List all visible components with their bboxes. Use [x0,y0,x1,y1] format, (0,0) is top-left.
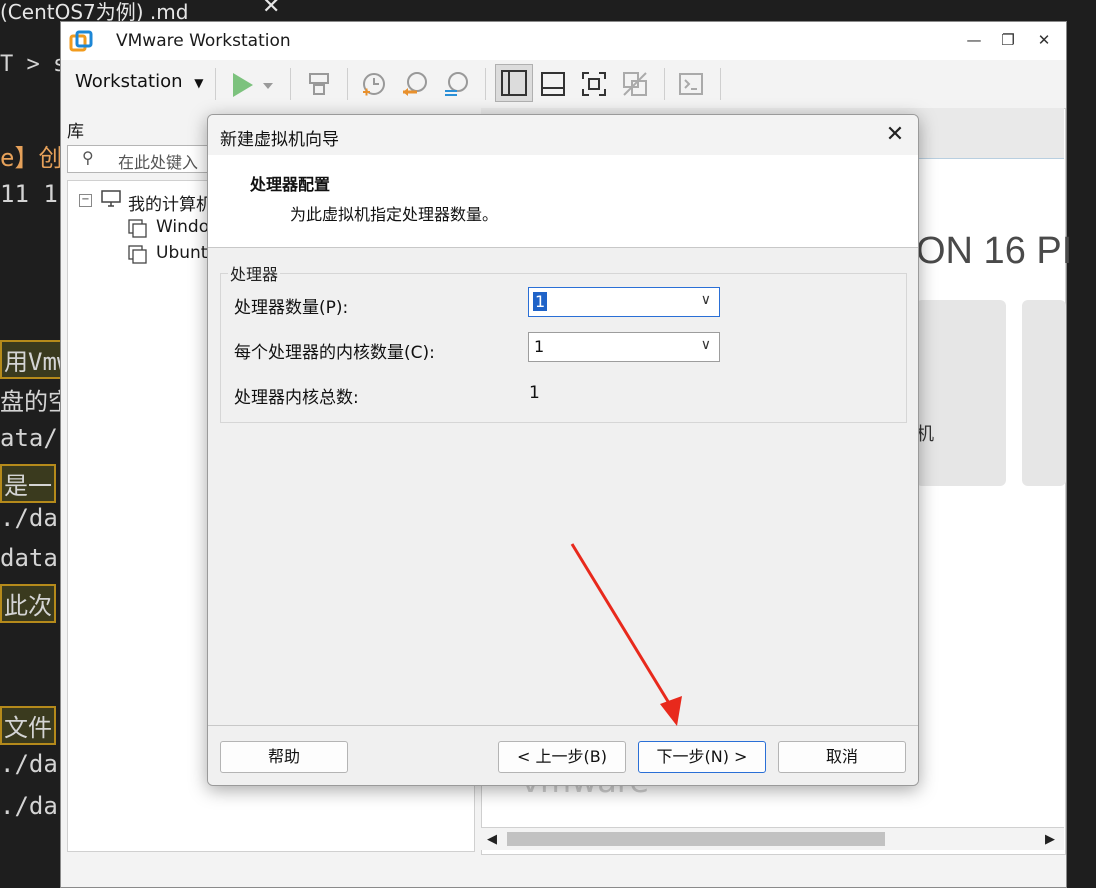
home-card[interactable] [1022,300,1066,486]
header-subtitle: 为此虚拟机指定处理器数量。 [290,205,499,224]
computer-icon [101,190,121,212]
editor-line: 文件 [0,706,56,745]
title-bar: VMware Workstation — ❐ ✕ [61,22,1066,60]
caret-down-icon: ▼ [194,76,204,90]
collapse-icon[interactable]: − [79,194,92,207]
tree-item-vm[interactable]: Windo [156,217,209,237]
processor-count-label: 处理器数量(P): [234,298,349,318]
header-title: 处理器配置 [250,175,331,194]
scroll-right-icon[interactable]: ▶ [1045,832,1055,847]
minimize-icon[interactable]: — [964,30,984,50]
editor-line: ./da [0,750,58,778]
snapshot-take-icon[interactable] [360,70,390,100]
home-card-create-vm[interactable] [916,300,1006,486]
workstation-menu[interactable]: Workstation ▼ [75,71,204,92]
window-title: VMware Workstation [116,31,291,51]
chevron-down-icon: ∨ [700,292,711,308]
toolbar-separator [720,68,721,100]
cores-per-processor-label: 每个处理器的内核数量(C): [234,343,435,363]
suspend-icon[interactable] [305,70,335,100]
close-icon[interactable]: ✕ [262,0,280,19]
tree-item-vm[interactable]: Ubunt [156,243,207,263]
search-placeholder: 在此处键入 [118,153,199,172]
next-button[interactable]: 下一步(N) > [638,741,766,773]
library-heading: 库 [67,122,84,142]
vmware-logo-icon [69,30,93,54]
tree-item-my-computer[interactable]: 我的计算机 [128,190,213,215]
maximize-icon[interactable]: ❐ [998,30,1018,50]
console-icon[interactable] [677,70,707,100]
toolbar-separator [290,68,291,100]
toolbar-separator [664,68,665,100]
editor-line: ./da [0,792,58,820]
total-cores-value: 1 [529,383,540,403]
processor-count-value: 1 [533,292,548,311]
dialog-footer: 帮助 < 上一步(B) 下一步(N) > 取消 [208,725,918,785]
vm-icon [127,244,149,270]
editor-line: data [0,544,58,572]
editor-tab-title[interactable]: (CentOS7为例) .md [0,0,188,24]
cancel-button[interactable]: 取消 [778,741,906,773]
horizontal-scrollbar[interactable]: ◀ ▶ [481,827,1064,850]
snapshot-revert-icon[interactable] [401,70,431,100]
editor-line: ./da [0,504,58,532]
thumbnail-bar-icon[interactable] [539,70,569,100]
toolbar-separator [347,68,348,100]
toolbar: Workstation ▼ [61,60,1066,108]
total-cores-label: 处理器内核总数: [234,388,359,408]
cores-per-processor-select[interactable]: 1 ∨ [528,332,720,362]
product-brand: ON 16 PI [916,230,1073,272]
chevron-down-icon: ∨ [700,337,711,353]
processor-count-select[interactable]: 1 ∨ [528,287,720,317]
workstation-menu-label: Workstation [75,71,183,92]
toolbar-separator [485,68,486,100]
back-button[interactable]: < 上一步(B) [498,741,626,773]
show-library-icon[interactable] [495,64,533,102]
dialog-close-icon[interactable]: ✕ [882,122,908,148]
snapshot-manager-icon[interactable] [442,70,472,100]
help-button[interactable]: 帮助 [220,741,348,773]
close-icon[interactable]: ✕ [1034,30,1054,50]
dialog-header: 处理器配置 为此虚拟机指定处理器数量。 [208,155,918,248]
dialog-title: 新建虚拟机向导 [220,130,339,150]
search-icon: ⚲ [82,148,94,167]
annotation-arrow-icon [560,540,690,730]
editor-line: e】创 [0,144,63,172]
vm-icon [127,218,149,244]
cores-per-processor-value: 1 [534,337,545,356]
toolbar-separator [215,68,216,100]
group-label: 处理器 [228,261,281,285]
dialog-title-bar: 新建虚拟机向导 ✕ [208,115,918,155]
unity-icon[interactable] [621,70,651,100]
scrollbar-thumb[interactable] [507,832,885,846]
scroll-left-icon[interactable]: ◀ [487,832,497,847]
library-search-input[interactable]: ⚲ 在此处键入 [67,145,229,173]
full-screen-icon[interactable] [580,70,610,100]
editor-line: 此次 [0,584,56,623]
play-icon[interactable] [229,70,273,100]
editor-line: 11 1 [0,180,58,208]
editor-line: 是一 [0,464,56,503]
